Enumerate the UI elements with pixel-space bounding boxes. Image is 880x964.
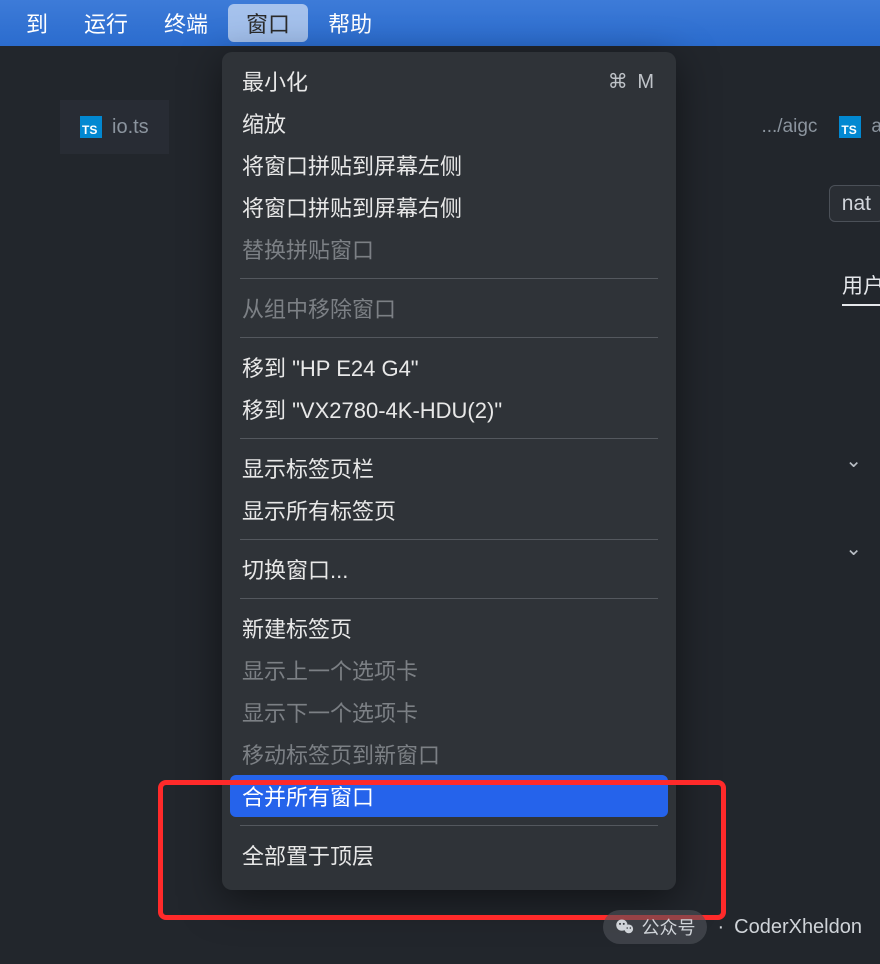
chevron-down-icon[interactable]: ⌄ bbox=[845, 448, 862, 473]
editor-tab-io[interactable]: TS io.ts bbox=[60, 100, 169, 154]
tab-filename: io.ts bbox=[112, 116, 149, 139]
footer-separator: · bbox=[717, 916, 724, 939]
menu-show-next-tab: 显示下一个选项卡 bbox=[222, 691, 676, 733]
wechat-badge: 公众号 bbox=[603, 910, 707, 944]
right-panel-chip[interactable]: nat bbox=[829, 192, 880, 216]
tab-filename-right: a bbox=[871, 116, 880, 138]
menu-separator bbox=[240, 825, 658, 826]
menu-show-prev-tab: 显示上一个选项卡 bbox=[222, 649, 676, 691]
footer-watermark: 公众号 · CoderXheldon bbox=[603, 910, 862, 944]
wechat-icon bbox=[615, 917, 635, 937]
tabbar-right: .../aigc TS a bbox=[761, 100, 880, 154]
menu-remove-from-group: 从组中移除窗口 bbox=[222, 287, 676, 329]
menu-tile-right[interactable]: 将窗口拼贴到屏幕右侧 bbox=[222, 186, 676, 228]
menu-item-to[interactable]: 到 bbox=[8, 0, 66, 46]
menu-show-all-tabs[interactable]: 显示所有标签页 bbox=[222, 489, 676, 531]
menu-new-tab[interactable]: 新建标签页 bbox=[222, 607, 676, 649]
menu-minimize[interactable]: 最小化 ⌘ M bbox=[222, 60, 676, 102]
menu-separator bbox=[240, 438, 658, 439]
chevron-down-icon[interactable]: ⌄ bbox=[845, 536, 862, 561]
menu-item-run[interactable]: 运行 bbox=[66, 0, 146, 46]
menu-replace-tiled: 替换拼贴窗口 bbox=[222, 228, 676, 270]
menu-move-to-display-1[interactable]: 移到 "HP E24 G4" bbox=[222, 346, 676, 388]
right-panel-tab[interactable]: 用户 bbox=[842, 270, 880, 300]
wechat-badge-label: 公众号 bbox=[641, 914, 695, 940]
breadcrumb-path[interactable]: .../aigc bbox=[761, 116, 817, 138]
menu-merge-all-windows[interactable]: 合并所有窗口 bbox=[230, 775, 668, 817]
menu-show-tab-bar[interactable]: 显示标签页栏 bbox=[222, 447, 676, 489]
menu-separator bbox=[240, 278, 658, 279]
menu-item-terminal[interactable]: 终端 bbox=[146, 0, 226, 46]
menu-move-to-display-2[interactable]: 移到 "VX2780-4K-HDU(2)" bbox=[222, 388, 676, 430]
typescript-icon: TS bbox=[839, 116, 861, 138]
menu-separator bbox=[240, 337, 658, 338]
menu-item-window[interactable]: 窗口 bbox=[228, 4, 308, 42]
menu-move-tab-to-new-window: 移动标签页到新窗口 bbox=[222, 733, 676, 775]
footer-author: CoderXheldon bbox=[734, 916, 862, 939]
menu-zoom[interactable]: 缩放 bbox=[222, 102, 676, 144]
menubar: 到 运行 终端 窗口 帮助 bbox=[0, 0, 880, 46]
menu-separator bbox=[240, 539, 658, 540]
window-menu-dropdown: 最小化 ⌘ M 缩放 将窗口拼贴到屏幕左侧 将窗口拼贴到屏幕右侧 替换拼贴窗口 … bbox=[222, 52, 676, 890]
menu-bring-all-to-front[interactable]: 全部置于顶层 bbox=[222, 834, 676, 876]
menu-separator bbox=[240, 598, 658, 599]
menu-tile-left[interactable]: 将窗口拼贴到屏幕左侧 bbox=[222, 144, 676, 186]
typescript-icon: TS bbox=[80, 116, 102, 138]
menu-switch-window[interactable]: 切换窗口... bbox=[222, 548, 676, 590]
menu-item-help[interactable]: 帮助 bbox=[310, 0, 390, 46]
shortcut-label: ⌘ M bbox=[608, 69, 656, 94]
